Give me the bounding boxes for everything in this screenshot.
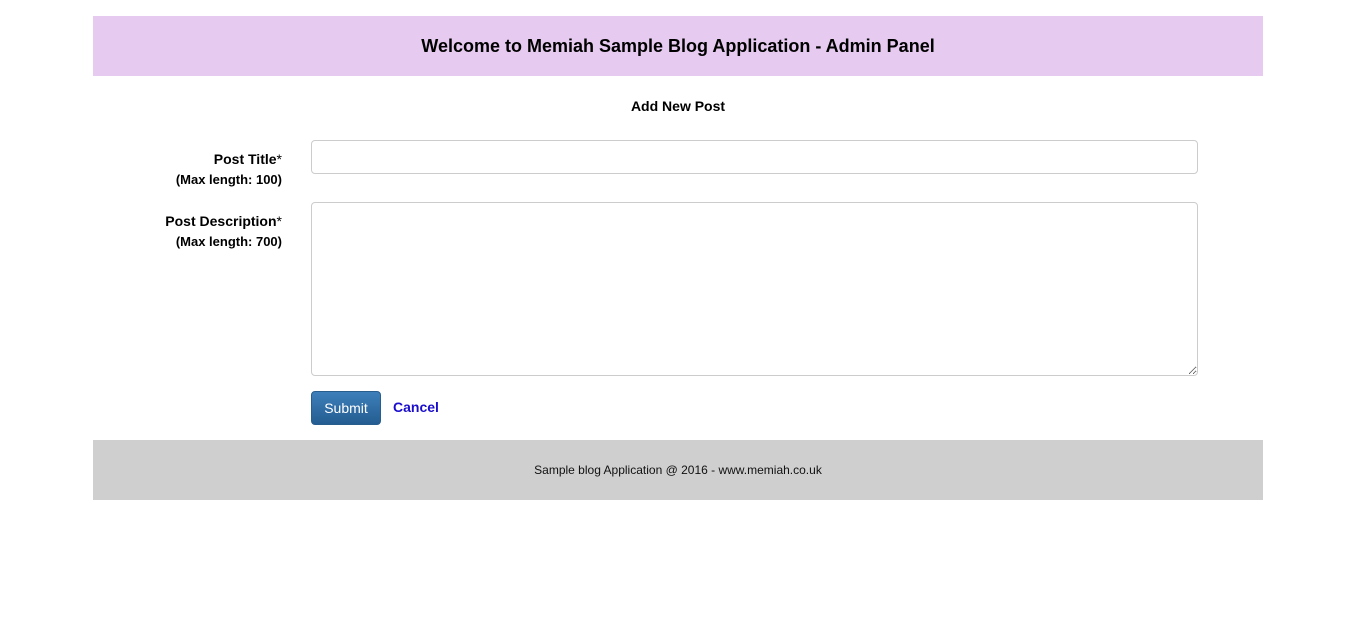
required-marker: *: [276, 151, 282, 167]
post-description-label-text: Post Description: [165, 213, 277, 229]
page-title: Add New Post: [630, 98, 726, 114]
post-description-label: Post Description*: [165, 212, 282, 230]
page-wrapper: Welcome to Memiah Sample Blog Applicatio…: [93, 16, 1263, 500]
post-title-label-text: Post Title: [213, 151, 277, 167]
post-description-textarea[interactable]: [311, 202, 1198, 376]
add-post-form: Post Title* (Max length: 100) Post Descr…: [93, 118, 1263, 440]
cancel-link[interactable]: Cancel: [393, 399, 439, 415]
footer-text: Sample blog Application @ 2016 - www.mem…: [534, 463, 822, 477]
post-title-hint: (Max length: 100): [175, 172, 282, 187]
footer-bar: Sample blog Application @ 2016 - www.mem…: [93, 440, 1263, 500]
header-bar: Welcome to Memiah Sample Blog Applicatio…: [93, 16, 1263, 76]
required-marker: *: [276, 213, 282, 229]
post-title-label: Post Title*: [214, 150, 282, 168]
header-title: Welcome to Memiah Sample Blog Applicatio…: [421, 35, 935, 56]
post-title-input[interactable]: [311, 140, 1198, 174]
submit-button[interactable]: Submit: [311, 391, 381, 425]
post-description-hint: (Max length: 700): [175, 234, 282, 249]
